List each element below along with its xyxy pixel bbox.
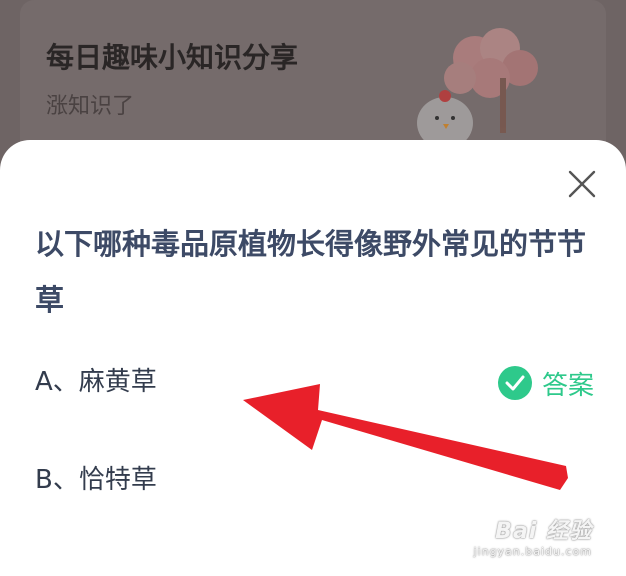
mascot-illustration xyxy=(417,28,538,148)
watermark-logo: Bai 经验 xyxy=(495,519,592,544)
background-subtitle: 涨知识了 xyxy=(46,94,135,119)
check-circle-icon xyxy=(497,366,532,400)
watermark-url: jingyan.baidu.com xyxy=(473,545,592,558)
answer-badge: 答案 xyxy=(497,364,594,402)
question-text: 以下哪种毒品原植物长得像野外常见的节节草 xyxy=(35,227,587,317)
baidu-jingyan-watermark: Bai 经验 jingyan.baidu.com xyxy=(473,513,592,558)
answer-label: 答案 xyxy=(541,370,594,401)
background-title: 每日趣味小知识分享 xyxy=(46,41,299,74)
quiz-sheet: 以下哪种毒品原植物长得像野外常见的节节草 A、麻黄草 答案 B、恰特草 xyxy=(0,140,626,576)
close-icon[interactable] xyxy=(564,166,600,202)
option-b[interactable]: B、恰特草 xyxy=(35,460,595,500)
